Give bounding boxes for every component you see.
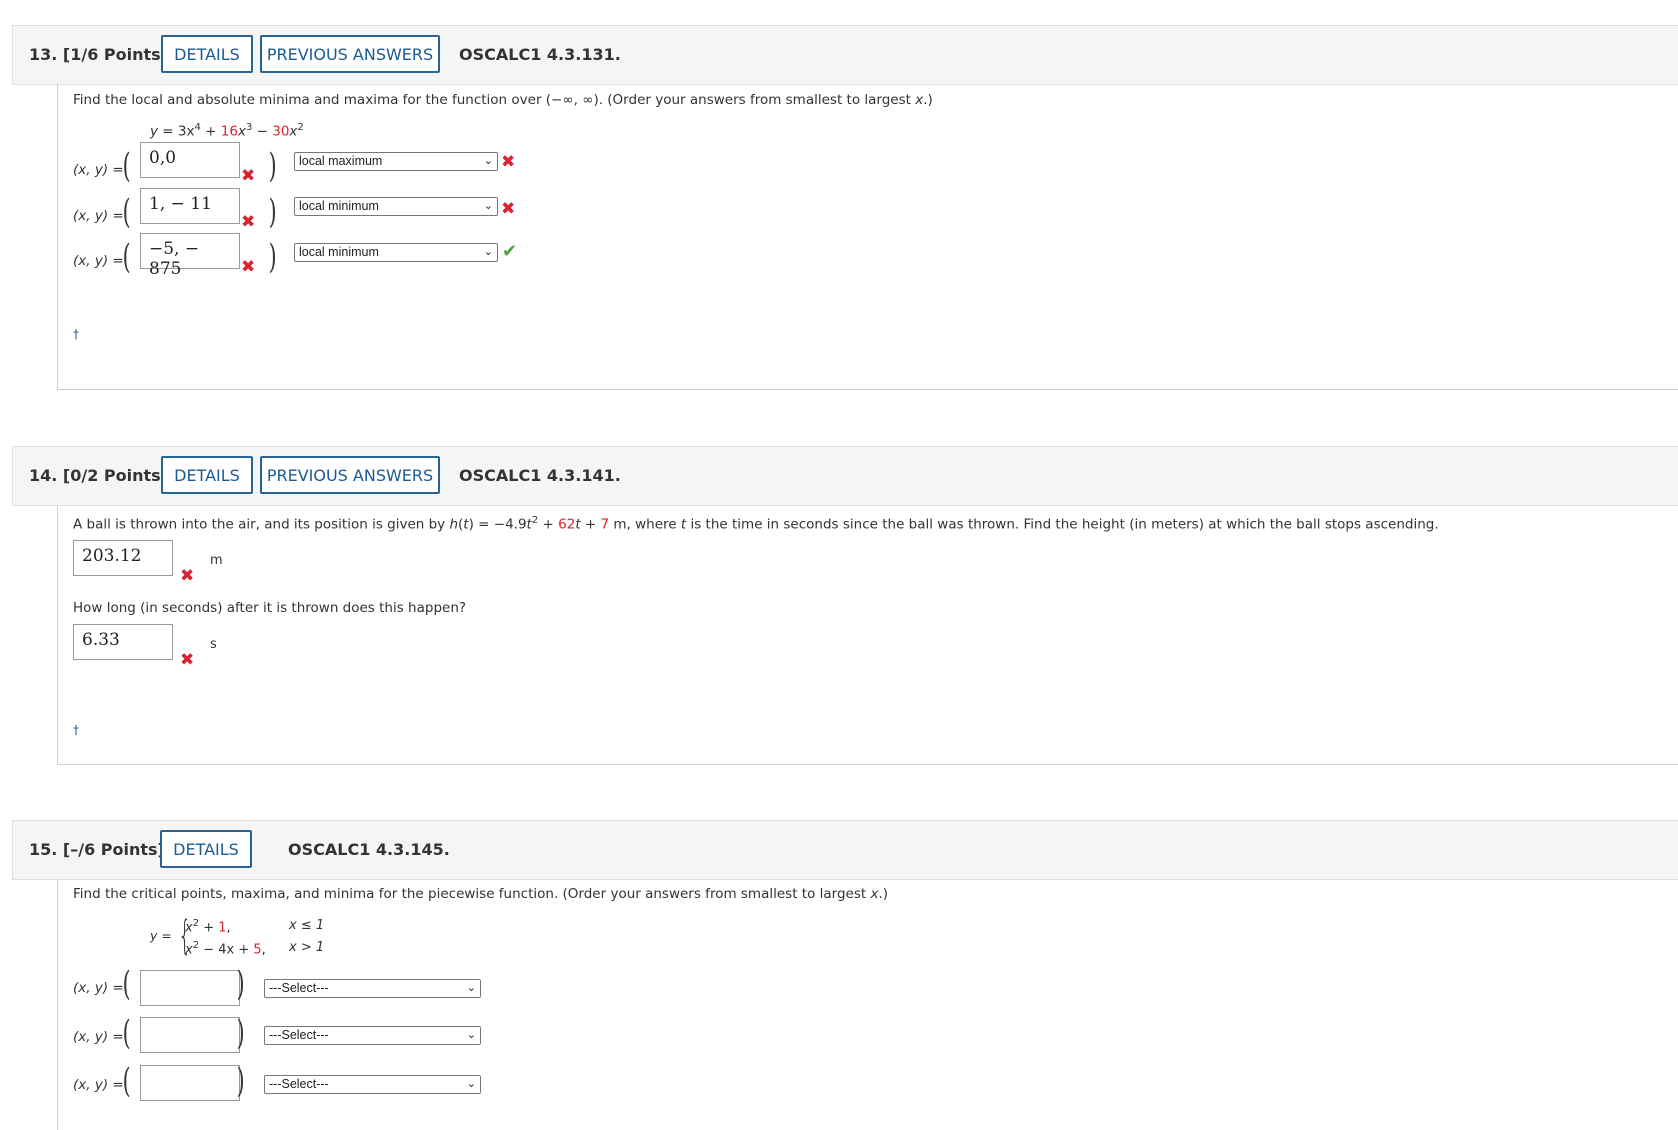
right-paren: ) [236, 1061, 245, 1101]
answer-input[interactable]: −5, − 875 [140, 233, 240, 279]
problem-code: OSCALC1 4.3.131. [459, 45, 621, 64]
piecewise-function: y = { x2 + 1, x2 − 4x + 5, x ≤ 1 x > 1 [150, 913, 325, 959]
answer-input[interactable]: 1, − 11 [140, 188, 240, 224]
xy-label: (x, y) = [73, 1029, 124, 1045]
question-14-title: 14. [0/2 Points] [29, 466, 168, 485]
question-prompt: A ball is thrown into the air, and its p… [73, 515, 1439, 533]
question-15-header: 15. [–/6 Points] DETAILS OSCALC1 4.3.145… [12, 820, 1678, 880]
question-prompt: Find the local and absolute minima and m… [73, 92, 933, 108]
extremum-select[interactable]: local minimum ⌄ [294, 243, 498, 262]
incorrect-icon: ✖ [180, 650, 195, 670]
question-prompt-2: How long (in seconds) after it is thrown… [73, 600, 467, 616]
details-button[interactable]: DETAILS [161, 456, 253, 494]
unit-label: s [210, 637, 217, 652]
problem-code: OSCALC1 4.3.145. [288, 840, 450, 859]
function-equation: y = 3x4 + 16x3 − 30x2 [150, 122, 304, 140]
question-13-header: 13. [1/6 Points] DETAILS PREVIOUS ANSWER… [12, 25, 1678, 85]
answer-input[interactable]: 0,0 [140, 142, 240, 178]
left-paren: ( [122, 192, 131, 232]
right-paren: ) [268, 237, 277, 277]
right-paren: ) [236, 1013, 245, 1053]
xy-label: (x, y) = [73, 1077, 124, 1093]
question-13-title: 13. [1/6 Points] [29, 45, 168, 64]
question-prompt: Find the critical points, maxima, and mi… [73, 886, 889, 902]
details-button[interactable]: DETAILS [161, 35, 253, 73]
xy-label: (x, y) = [73, 253, 124, 269]
previous-answers-button[interactable]: PREVIOUS ANSWERS [260, 456, 440, 494]
incorrect-icon: ✖ [501, 152, 516, 172]
question-14-header: 14. [0/2 Points] DETAILS PREVIOUS ANSWER… [12, 446, 1678, 506]
question-14-body: A ball is thrown into the air, and its p… [57, 506, 1678, 765]
problem-code: OSCALC1 4.3.141. [459, 466, 621, 485]
previous-answers-button[interactable]: PREVIOUS ANSWERS [260, 35, 440, 73]
right-paren: ) [236, 964, 245, 1004]
xy-label: (x, y) = [73, 208, 124, 224]
right-paren: ) [268, 146, 277, 186]
height-input[interactable]: 203.12 [73, 540, 173, 576]
incorrect-icon: ✖ [241, 166, 256, 186]
details-button[interactable]: DETAILS [160, 830, 252, 868]
question-15-body: Find the critical points, maxima, and mi… [57, 880, 1678, 1130]
extremum-select[interactable]: local maximum ⌄ [294, 152, 498, 171]
incorrect-icon: ✖ [501, 199, 516, 219]
time-input[interactable]: 6.33 [73, 624, 173, 660]
dagger-link[interactable]: † [73, 327, 79, 341]
extremum-select[interactable]: ---Select--- ⌄ [264, 1026, 481, 1045]
xy-label: (x, y) = [73, 162, 124, 178]
answer-input[interactable] [140, 970, 240, 1006]
xy-label: (x, y) = [73, 980, 124, 996]
unit-label: m [210, 553, 223, 568]
left-paren: ( [122, 146, 131, 186]
dagger-link[interactable]: † [73, 723, 79, 737]
question-13-body: Find the local and absolute minima and m… [57, 84, 1678, 390]
answer-input[interactable] [140, 1065, 240, 1101]
answer-input[interactable] [140, 1017, 240, 1053]
extremum-select[interactable]: ---Select--- ⌄ [264, 1075, 481, 1094]
left-paren: ( [122, 1061, 131, 1101]
correct-icon: ✔ [502, 241, 518, 262]
left-paren: ( [122, 1013, 131, 1053]
extremum-select[interactable]: ---Select--- ⌄ [264, 979, 481, 998]
incorrect-icon: ✖ [180, 566, 195, 586]
right-paren: ) [268, 192, 277, 232]
incorrect-icon: ✖ [241, 257, 256, 277]
question-15-title: 15. [–/6 Points] [29, 840, 165, 859]
left-paren: ( [122, 237, 131, 277]
left-paren: ( [122, 964, 131, 1004]
extremum-select[interactable]: local minimum ⌄ [294, 197, 498, 216]
incorrect-icon: ✖ [241, 212, 256, 232]
